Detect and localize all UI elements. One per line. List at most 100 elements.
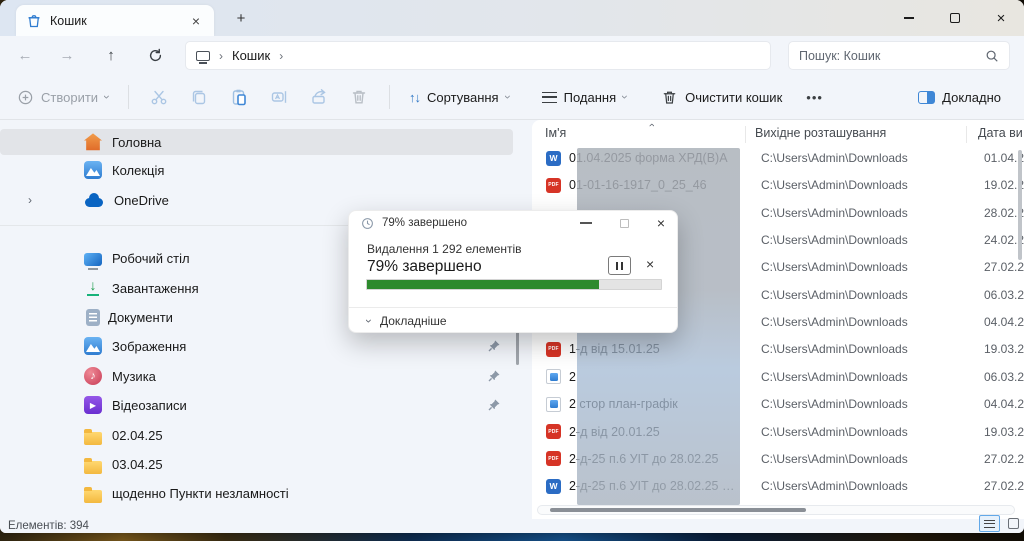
dialog-divider	[349, 307, 677, 308]
trash-icon	[661, 89, 678, 106]
dialog-action-text: Видалення 1 292 елементів	[367, 242, 522, 256]
sort-button[interactable]: ↑↓ Сортування ›	[400, 79, 519, 115]
command-toolbar: Створити › ↑↓ Сортування › Подання › Очи…	[0, 75, 1024, 120]
refresh-button[interactable]	[138, 36, 172, 75]
home-icon	[84, 133, 102, 151]
items-count: Елементів: 394	[8, 520, 89, 532]
horizontal-scrollbar-thumb[interactable]	[550, 508, 806, 512]
sidebar-item-label: Відеозаписи	[112, 397, 187, 413]
expand-chevron-icon[interactable]: ›	[28, 193, 32, 207]
navigation-bar: ← → ↑ › Кошик › Пошук: Кошик	[0, 36, 1024, 75]
close-button[interactable]: ×	[978, 0, 1024, 36]
file-origin-path: C:\Users\Admin\Downloads	[761, 424, 908, 439]
onedrive-icon	[84, 191, 104, 209]
gallery-icon	[84, 161, 102, 179]
sidebar-item-label: Документи	[108, 309, 173, 325]
address-bar[interactable]: › Кошик ›	[185, 41, 771, 70]
sidebar-item-label: Зображення	[112, 338, 187, 354]
file-origin-path: C:\Users\Admin\Downloads	[761, 342, 908, 357]
word-file-icon	[546, 150, 561, 166]
delete-progress-dialog: 79% завершено × Видалення 1 292 елементі…	[348, 210, 678, 333]
up-button[interactable]: ↑	[94, 36, 128, 75]
details-view-toggle[interactable]	[979, 515, 1000, 532]
file-explorer-window: Кошик × + × ← → ↑ › Кошик › Пошук: Кошик…	[0, 0, 1024, 533]
back-button[interactable]: ←	[8, 36, 42, 75]
view-list-icon	[541, 91, 557, 103]
sidebar-item-8[interactable]: Відеозаписи	[0, 392, 513, 418]
cut-button[interactable]	[139, 79, 179, 115]
screenshot: Кошик × + × ← → ↑ › Кошик › Пошук: Кошик…	[0, 0, 1024, 541]
breadcrumb-chevron-icon: ›	[219, 48, 223, 63]
sidebar-item-7[interactable]: Музика	[0, 363, 513, 389]
copy-button[interactable]	[179, 79, 219, 115]
list-view-icon	[984, 519, 995, 528]
paste-button[interactable]	[219, 79, 259, 115]
maximize-button[interactable]	[932, 0, 978, 36]
cancel-button[interactable]: ×	[646, 257, 654, 271]
file-delete-date: 06.03.20	[984, 287, 1024, 302]
pause-button[interactable]	[608, 256, 631, 275]
plus-circle-icon	[17, 89, 34, 106]
pdf-file-icon	[546, 451, 561, 467]
details-pane-button[interactable]: Докладно	[909, 79, 1010, 115]
more-details-toggle[interactable]: › Докладніше	[362, 314, 447, 328]
tab-recycle-bin[interactable]: Кошик ×	[16, 5, 214, 36]
file-delete-date: 04.04.20	[984, 397, 1024, 412]
new-tab-button[interactable]: +	[228, 6, 254, 30]
file-origin-path: C:\Users\Admin\Downloads	[761, 369, 908, 384]
file-delete-date: 27.02.20	[984, 451, 1024, 466]
scissors-icon	[150, 88, 168, 106]
empty-recycle-bin-label: Очистити кошик	[685, 89, 783, 105]
sidebar-item-9[interactable]: 02.04.25	[0, 422, 513, 448]
pause-icon	[620, 261, 623, 270]
pdf-file-icon	[546, 424, 561, 439]
window-controls: ×	[886, 0, 1024, 36]
file-delete-date: 19.03.20	[984, 424, 1024, 439]
dialog-close-button[interactable]: ×	[657, 216, 665, 230]
sidebar-item-0[interactable]: Головна	[0, 129, 513, 155]
trash-icon	[350, 88, 368, 106]
file-origin-path: C:\Users\Admin\Downloads	[761, 260, 908, 275]
share-button[interactable]	[299, 79, 339, 115]
horizontal-scrollbar[interactable]	[537, 505, 1015, 515]
sidebar-item-1[interactable]: Колекція	[0, 157, 513, 183]
chevron-down-icon: ›	[500, 95, 515, 99]
rename-button[interactable]	[259, 79, 299, 115]
search-box[interactable]: Пошук: Кошик	[788, 41, 1010, 70]
more-options-button[interactable]: •••	[797, 79, 832, 115]
sidebar-item-6[interactable]: Зображення	[0, 333, 513, 359]
pdf-file-icon	[546, 177, 561, 193]
new-button[interactable]: Створити ›	[8, 79, 118, 115]
recycle-bin-icon	[26, 13, 42, 29]
file-delete-date: 06.03.20	[984, 369, 1024, 384]
thumbnail-view-toggle[interactable]	[1004, 515, 1023, 532]
empty-recycle-bin-button[interactable]: Очистити кошик	[652, 79, 791, 115]
search-icon	[985, 49, 999, 63]
status-bar: Елементів: 394	[0, 519, 1024, 533]
file-delete-date: 27.02.20	[984, 260, 1024, 275]
breadcrumb-recycle-bin[interactable]: Кошик	[232, 48, 270, 63]
delete-button[interactable]	[339, 79, 379, 115]
img-file-icon	[546, 369, 561, 385]
sidebar-item-label: Колекція	[112, 162, 165, 178]
dialog-maximize-button[interactable]	[619, 218, 629, 228]
minimize-button[interactable]	[886, 0, 932, 36]
dialog-minimize-button[interactable]	[579, 222, 592, 224]
progress-fill	[367, 280, 600, 289]
thumbnail-view-icon	[1008, 518, 1019, 529]
this-pc-icon	[196, 50, 210, 64]
forward-button[interactable]: →	[50, 36, 84, 75]
tab-close-icon[interactable]: ×	[188, 13, 204, 29]
sidebar-item-label: Робочий стіл	[112, 250, 190, 266]
sidebar-item-11[interactable]: щоденно Пункти незламності	[0, 480, 513, 506]
view-button[interactable]: Подання ›	[533, 79, 637, 115]
sidebar-item-label: OneDrive	[114, 192, 169, 208]
close-icon: ×	[996, 9, 1006, 27]
pictures-icon	[84, 337, 102, 355]
sidebar-item-10[interactable]: 03.04.25	[0, 451, 513, 477]
sidebar-item-label: Завантаження	[112, 280, 199, 296]
desktop-icon	[84, 252, 102, 270]
vertical-scrollbar-thumb[interactable]	[1018, 150, 1022, 260]
folder-icon	[84, 428, 102, 445]
pause-icon	[616, 261, 619, 270]
